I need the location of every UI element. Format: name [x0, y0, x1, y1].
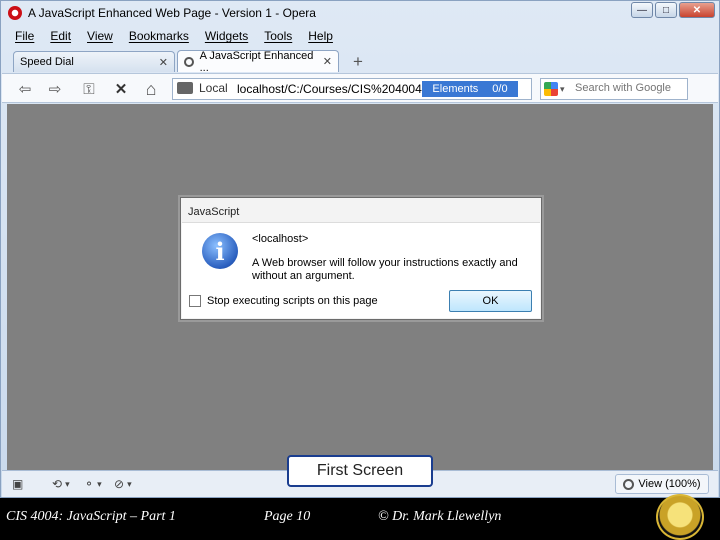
security-badge[interactable]: Local	[177, 81, 228, 95]
tab-close-icon[interactable]: ✕	[159, 56, 168, 69]
turbo-menu[interactable]: ⊘ ▾	[114, 476, 132, 492]
maximize-button[interactable]: □	[655, 2, 677, 18]
javascript-alert-dialog: JavaScript i <localhost> A Web browser w…	[180, 197, 542, 320]
ok-button[interactable]: OK	[449, 290, 532, 312]
window-title: A JavaScript Enhanced Web Page - Version…	[28, 6, 316, 20]
wand-key-icon[interactable]: ⚿	[78, 79, 100, 99]
url-text[interactable]: localhost/C:/Courses/CIS%204004%2	[237, 82, 439, 96]
stop-scripts-checkbox[interactable]	[189, 295, 201, 307]
zoom-label: View (100%)	[638, 478, 701, 490]
search-engine-selector[interactable]: ▾	[542, 80, 572, 98]
dialog-message: A Web browser will follow your instructi…	[252, 257, 518, 282]
minimize-button[interactable]: —	[631, 2, 653, 18]
menu-edit[interactable]: Edit	[42, 29, 79, 43]
menu-tools[interactable]: Tools	[256, 29, 300, 43]
page-loading-icon	[184, 56, 194, 67]
slide-footer: CIS 4004: JavaScript – Part 1 Page 10 © …	[0, 498, 720, 540]
stop-scripts-label[interactable]: Stop executing scripts on this page	[207, 295, 378, 307]
search-box[interactable]: ▾	[540, 78, 688, 100]
back-icon[interactable]: ⇦	[14, 79, 36, 99]
network-icon: ⚬	[84, 477, 95, 491]
menu-help[interactable]: Help	[300, 29, 341, 43]
new-tab-button[interactable]: +	[345, 52, 371, 72]
stop-scripts-option[interactable]: Stop executing scripts on this page	[189, 295, 378, 307]
tab-speed-dial[interactable]: Speed Dial ✕	[13, 51, 175, 72]
dialog-title: JavaScript	[188, 206, 240, 218]
search-input[interactable]	[575, 82, 685, 94]
title-bar: A JavaScript Enhanced Web Page - Version…	[1, 1, 719, 26]
menu-view[interactable]: View	[79, 29, 121, 43]
magnifier-icon	[623, 478, 635, 490]
chevron-down-icon: ▾	[560, 83, 565, 94]
unite-menu[interactable]: ⚬ ▾	[84, 476, 102, 492]
menu-file[interactable]: File	[7, 29, 42, 43]
menu-bar: File Edit View Bookmarks Widgets Tools H…	[7, 29, 341, 43]
university-logo	[656, 494, 704, 540]
elements-indicator[interactable]: Elements 0/0	[422, 81, 518, 97]
menu-widgets[interactable]: Widgets	[197, 29, 256, 43]
panel-toggle-icon[interactable]: ▣	[12, 476, 23, 492]
chevron-down-icon: ▾	[65, 478, 70, 489]
home-icon[interactable]: ⌂	[140, 79, 162, 99]
first-screen-label: First Screen	[287, 455, 433, 487]
tab-label: A JavaScript Enhanced ...	[199, 49, 314, 74]
tab-bar: Speed Dial ✕ A JavaScript Enhanced ... ✕…	[13, 49, 371, 74]
stop-icon[interactable]: ✕	[110, 79, 132, 99]
security-label: Local	[199, 81, 228, 95]
window-controls: — □ ✕	[631, 2, 715, 18]
block-icon: ⊘	[114, 477, 125, 491]
dialog-body: i <localhost> A Web browser will follow …	[182, 222, 540, 318]
footer-page-number: Page 10	[264, 509, 311, 524]
sync-menu[interactable]: ⟲ ▾	[52, 476, 70, 492]
tab-label: Speed Dial	[20, 56, 74, 68]
dialog-host: <localhost>	[252, 233, 309, 245]
tab-close-icon[interactable]: ✕	[323, 55, 332, 68]
chevron-down-icon: ▾	[97, 478, 102, 489]
navigation-toolbar: ⇦ ⇨ ⚿ ✕ ⌂ Local localhost/C:/Courses/CIS…	[2, 73, 718, 103]
info-icon: i	[202, 233, 238, 269]
elements-count: 0/0	[492, 83, 508, 95]
chevron-down-icon: ▾	[127, 478, 132, 489]
local-page-icon	[177, 82, 193, 94]
footer-course: CIS 4004: JavaScript – Part 1	[6, 509, 176, 524]
google-icon	[544, 82, 558, 96]
address-bar[interactable]: Local localhost/C:/Courses/CIS%204004%2 …	[172, 78, 532, 100]
refresh-icon: ⟲	[52, 477, 63, 491]
tab-javascript-page[interactable]: A JavaScript Enhanced ... ✕	[177, 49, 339, 74]
forward-icon[interactable]: ⇨	[44, 79, 66, 99]
opera-logo-icon[interactable]	[8, 6, 22, 20]
zoom-control[interactable]: View (100%)	[615, 474, 709, 494]
elements-label: Elements	[432, 83, 479, 95]
close-window-button[interactable]: ✕	[679, 2, 715, 18]
footer-author: © Dr. Mark Llewellyn	[378, 509, 502, 524]
menu-bookmarks[interactable]: Bookmarks	[121, 29, 197, 43]
browser-window: A JavaScript Enhanced Web Page - Version…	[0, 0, 720, 498]
